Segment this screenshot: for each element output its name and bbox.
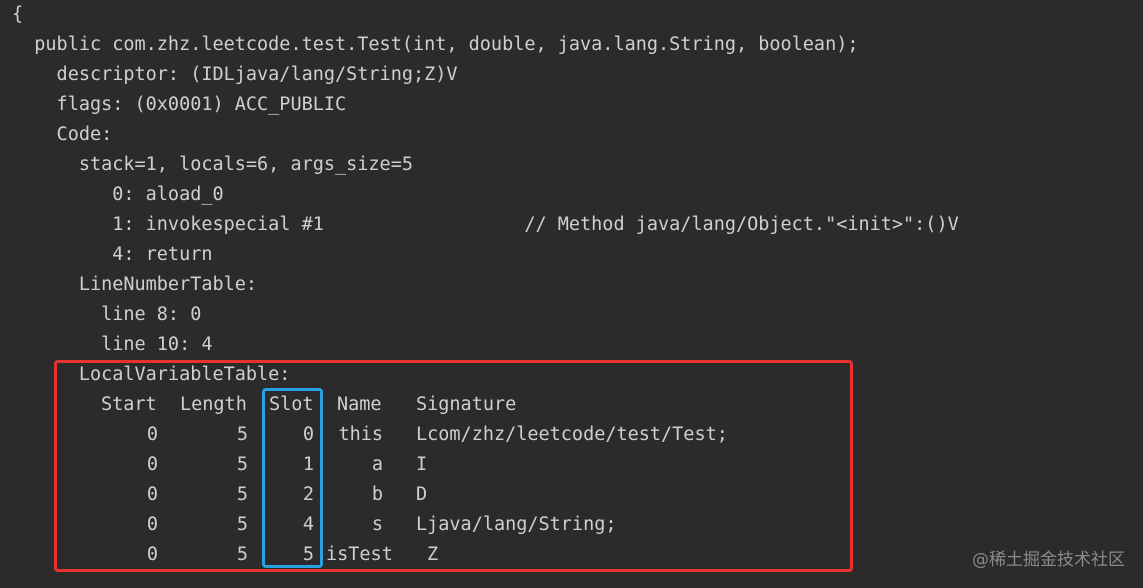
code-line: Code: bbox=[12, 124, 113, 145]
code-line: line 10: 4 bbox=[12, 334, 213, 355]
code-line: public com.zhz.leetcode.test.Test(int, d… bbox=[12, 34, 859, 55]
code-line: 1: invokespecial #1 // Method java/lang/… bbox=[12, 214, 959, 235]
code-line: line 8: 0 bbox=[12, 304, 202, 325]
code-line: { bbox=[12, 4, 24, 25]
code-line: 0: aload_0 bbox=[12, 184, 224, 205]
code-line: 4: return bbox=[12, 244, 213, 265]
local-variable-table-highlight bbox=[54, 360, 853, 572]
code-line: flags: (0x0001) ACC_PUBLIC bbox=[12, 94, 347, 115]
watermark: @稀土掘金技术社区 bbox=[972, 550, 1125, 570]
code-line: LineNumberTable: bbox=[12, 274, 258, 295]
slot-column-highlight bbox=[262, 388, 323, 568]
code-line: stack=1, locals=6, args_size=5 bbox=[12, 154, 413, 175]
code-line: descriptor: (IDLjava/lang/String;Z)V bbox=[12, 64, 458, 85]
